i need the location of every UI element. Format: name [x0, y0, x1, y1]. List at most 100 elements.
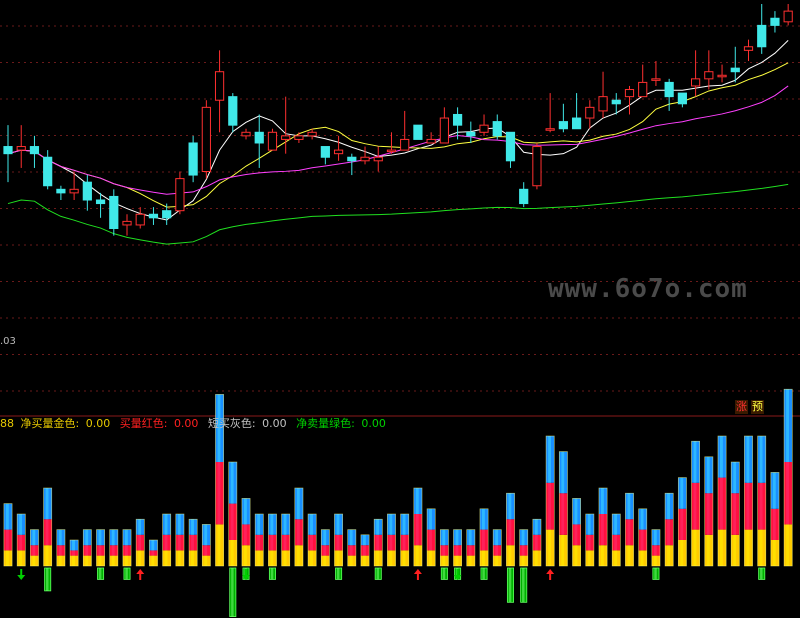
- candle-body: [43, 156, 53, 187]
- indicator-bar-shine: [58, 545, 62, 556]
- candle-body: [426, 138, 436, 144]
- indicator-bar-shine: [217, 462, 221, 525]
- badge-yu[interactable]: 预: [751, 400, 764, 414]
- indicator-bar-shine: [164, 550, 168, 566]
- indicator-bar-shine: [481, 550, 485, 566]
- candle-body: [598, 96, 608, 112]
- indicator-bar-shine: [468, 529, 472, 546]
- indicator-bar-shine: [640, 529, 644, 551]
- indicator-bar-shine: [243, 545, 247, 566]
- candle-body: [677, 92, 687, 105]
- indicator-bar-shine: [349, 545, 353, 556]
- indicator-bar-shine: [5, 550, 9, 566]
- sell-arrow-icon: [17, 569, 26, 580]
- sell-bar-shine: [336, 568, 340, 580]
- indicator-bar-shine: [243, 498, 247, 525]
- sell-bar-shine: [231, 568, 234, 617]
- candlestick-series: [3, 4, 793, 236]
- candle-body: [148, 213, 159, 219]
- badge-zhang[interactable]: 涨: [735, 400, 748, 414]
- legend-item-red: 买量红色: 0.00: [120, 417, 205, 430]
- indicator-bar-shine: [746, 529, 750, 566]
- indicator-bar-shine: [336, 514, 340, 535]
- indicator-bar-shine: [481, 529, 485, 551]
- indicator-bar-shine: [310, 550, 313, 566]
- buy-arrow-icon: [136, 569, 145, 580]
- indicator-bar-shine: [720, 477, 723, 530]
- candle-body: [294, 135, 304, 140]
- indicator-bar-shine: [270, 534, 274, 551]
- candle-body: [360, 156, 370, 162]
- candle-body: [333, 149, 344, 155]
- indicator-bar-shine: [98, 545, 102, 556]
- indicator-bar-shine: [521, 555, 525, 566]
- legend-label: 买量红色:: [119, 417, 168, 430]
- indicator-bar-shine: [574, 524, 578, 546]
- indicator-bar-shine: [362, 534, 366, 546]
- indicator-bar-shine: [680, 540, 684, 566]
- sell-bar-shine: [376, 568, 380, 580]
- indicator-bar-shine: [98, 555, 102, 566]
- indicator-bar-shine: [667, 519, 670, 546]
- legend-value: 0.00: [361, 417, 386, 430]
- candle-body: [505, 131, 516, 162]
- legend-item-gold: 净买量金色: 0.00: [21, 417, 117, 430]
- indicator-bar-shine: [323, 545, 327, 556]
- candle-body: [307, 131, 317, 137]
- indicator-bar-shine: [151, 540, 155, 551]
- indicator-bar-shine: [19, 534, 23, 551]
- candle-body: [175, 178, 185, 212]
- indicator-bar-shine: [455, 529, 459, 546]
- indicator-bar-shine: [548, 529, 551, 566]
- indicator-bar-shine: [230, 540, 234, 566]
- indicator-bar-shine: [177, 550, 181, 566]
- indicator-bar-shine: [534, 519, 538, 535]
- candle-body: [69, 188, 79, 194]
- indicator-bar-shine: [349, 529, 353, 546]
- sell-bar-shine: [442, 568, 446, 580]
- indicator-bar-shine: [759, 482, 763, 530]
- candle-body: [135, 213, 145, 226]
- legend-label: 净买量金色:: [20, 417, 80, 430]
- indicator-bar-shine: [415, 488, 419, 514]
- indicator-bar-shine: [230, 503, 234, 540]
- candle-body: [320, 146, 330, 158]
- indicator-bar-shine: [32, 529, 36, 546]
- indicator-bar-shine: [415, 514, 419, 546]
- indicator-bar-shine: [534, 550, 538, 566]
- indicator-bar-shine: [733, 493, 737, 535]
- indicator-bar-shine: [45, 545, 49, 566]
- candle-body: [162, 210, 172, 219]
- indicator-bar-shine: [204, 545, 208, 556]
- indicator-bar-shine: [587, 514, 591, 535]
- indicator-bar-shine: [680, 508, 684, 540]
- indicator-bar-shine: [283, 534, 287, 551]
- indicator-bar-shine: [600, 514, 604, 546]
- sell-bar-shine: [482, 568, 485, 580]
- indicator-bar-shine: [257, 550, 261, 566]
- candle-body: [56, 188, 66, 194]
- ma60-line: [7, 183, 789, 245]
- indicator-bar-shine: [627, 519, 631, 546]
- indicator-bar-shine: [574, 545, 578, 566]
- legend-label: 净卖量绿色:: [296, 417, 355, 430]
- indicator-bar-shine: [693, 441, 697, 483]
- indicator-bar-shine: [111, 529, 115, 546]
- indicator-bar-shine: [98, 529, 102, 546]
- indicator-bar-shine: [640, 550, 644, 566]
- indicator-bar-shine: [429, 508, 432, 530]
- indicator-bar-shine: [191, 550, 194, 566]
- candle-body: [519, 188, 529, 205]
- sell-bar-shine: [522, 568, 525, 603]
- candle-body: [479, 124, 489, 133]
- legend-prefix: 88: [0, 417, 14, 430]
- indicator-bar-shine: [521, 545, 525, 556]
- indicator-bar-shine: [376, 519, 380, 535]
- indicator-bar-shine: [230, 462, 234, 504]
- legend-item-gray: 短买灰色: 0.00: [208, 417, 293, 430]
- candle-body: [109, 195, 119, 230]
- indicator-bar-shine: [376, 534, 380, 551]
- indicator-bar-shine: [508, 545, 512, 566]
- candle-body: [3, 146, 13, 155]
- indicator-bar-shine: [85, 545, 89, 556]
